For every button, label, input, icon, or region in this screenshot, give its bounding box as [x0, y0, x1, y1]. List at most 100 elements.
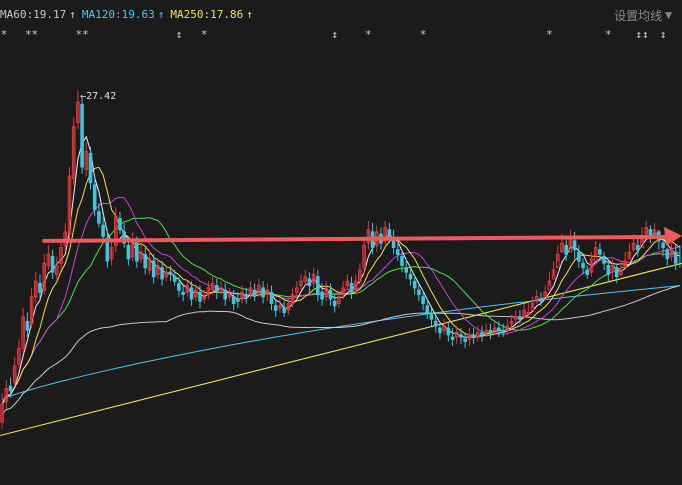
legend-ma120-label: MA120:19.63 — [81, 8, 155, 21]
candle-body — [189, 287, 194, 300]
candle-body — [614, 267, 619, 278]
candle-body — [143, 253, 147, 269]
candle-body — [101, 224, 105, 237]
trend-arrow-line — [42, 234, 672, 243]
legend-ma60-label: MA60:19.17 — [0, 8, 67, 21]
candle-body — [661, 242, 665, 249]
event-mark[interactable]: ↕↕ — [635, 28, 648, 42]
up-arrow-icon: ↑ — [246, 8, 253, 21]
candle-body — [236, 298, 240, 302]
candle-body — [488, 329, 493, 334]
event-mark[interactable]: * — [605, 28, 612, 42]
candle-body — [215, 285, 219, 293]
candle-body — [598, 249, 602, 255]
candle-body — [38, 282, 42, 293]
candle-body — [425, 305, 430, 313]
event-mark[interactable]: ** — [75, 28, 88, 42]
candle-body — [316, 276, 320, 296]
candle-body — [606, 265, 611, 275]
candle-body — [269, 291, 274, 304]
trend-arrow-head — [664, 226, 682, 246]
candle-body — [8, 385, 13, 392]
candle-body — [80, 103, 84, 168]
event-mark[interactable]: ** — [25, 28, 38, 42]
ma-legend: MA60:19.17 ↑ MA120:19.63 ↑ MA250:17.86 ↑ — [0, 8, 253, 21]
candle-body — [307, 278, 312, 287]
legend-ma120: MA120:19.63 ↑ — [82, 8, 164, 21]
candle-body — [446, 327, 451, 336]
candle-body — [177, 282, 181, 291]
candle-body — [412, 280, 417, 289]
legend-ma250-label: MA250:17.86 — [170, 8, 244, 21]
ma10-line — [1, 166, 681, 405]
candle-body — [408, 273, 413, 280]
ma250-line — [0, 262, 682, 437]
candle-body — [539, 298, 543, 302]
stock-chart: MA60:19.17 ↑ MA120:19.63 ↑ MA250:17.86 ↑… — [0, 0, 682, 485]
candle-body — [459, 334, 463, 338]
candle-body — [97, 211, 101, 224]
candle-body — [396, 249, 400, 255]
candle-body — [261, 287, 265, 298]
candle-body — [151, 260, 156, 278]
candle-body — [172, 276, 177, 282]
candle-body — [328, 289, 333, 300]
event-mark[interactable]: * — [546, 28, 553, 42]
max-price-value: 27.42 — [86, 90, 117, 102]
candle-body — [244, 294, 249, 298]
event-mark[interactable]: * — [201, 28, 208, 42]
up-arrow-icon: ↑ — [69, 8, 76, 21]
ma-settings-label: 设置均线 — [614, 9, 663, 23]
candle-body — [92, 184, 97, 210]
candle-body — [332, 300, 337, 307]
ma120-line — [1, 285, 680, 401]
legend-ma60: MA60:19.17 ↑ — [0, 8, 76, 21]
max-price-label: ←27.42 — [80, 91, 116, 102]
candle-body — [88, 153, 93, 184]
legend-ma250: MA250:17.86 ↑ — [170, 8, 252, 21]
candle-body — [417, 289, 421, 296]
candle-body — [526, 312, 531, 314]
candle-body — [463, 338, 467, 342]
candle-body — [577, 251, 581, 262]
candle-body — [273, 305, 278, 311]
ma-settings-button[interactable]: 设置均线 ▼ — [614, 7, 672, 24]
event-marks-row: * ** ** ↕ * ↕ * * * * ↕↕ ↕ — [0, 28, 682, 42]
candlestick-chart[interactable] — [0, 0, 682, 485]
candle-body — [480, 332, 484, 336]
candle-body — [501, 329, 505, 334]
candle-body — [118, 218, 122, 231]
candle-body — [252, 289, 257, 296]
event-mark[interactable]: * — [365, 28, 372, 42]
candle-body — [429, 314, 434, 320]
candle-body — [126, 244, 131, 260]
candle-body — [160, 267, 164, 280]
candle-body — [223, 289, 227, 300]
candle-body — [450, 336, 455, 340]
candle-body — [282, 307, 286, 313]
event-mark[interactable]: ↕ — [331, 28, 338, 42]
event-mark[interactable]: ↕ — [176, 28, 183, 42]
event-mark[interactable]: * — [420, 28, 427, 42]
candle-body — [438, 327, 442, 334]
candle-body — [581, 262, 585, 269]
candle-body — [135, 242, 139, 262]
candle-body — [636, 244, 640, 251]
event-mark[interactable]: ↕ — [660, 28, 667, 42]
candle-body — [320, 291, 324, 300]
up-arrow-icon: ↑ — [157, 8, 165, 21]
candle-body — [50, 256, 55, 273]
candle-body — [433, 320, 438, 327]
candle-body — [497, 327, 501, 331]
candle-body — [572, 240, 577, 251]
ma30-line — [1, 217, 681, 405]
chevron-down-icon: ▼ — [665, 10, 672, 21]
candle-body — [181, 291, 185, 295]
candle-body — [349, 282, 354, 293]
candle-body — [421, 296, 425, 304]
candle-body — [404, 267, 408, 273]
candle-body — [518, 316, 522, 320]
candle-body — [198, 291, 202, 302]
candle-body — [673, 251, 678, 264]
event-mark[interactable]: * — [1, 28, 8, 42]
